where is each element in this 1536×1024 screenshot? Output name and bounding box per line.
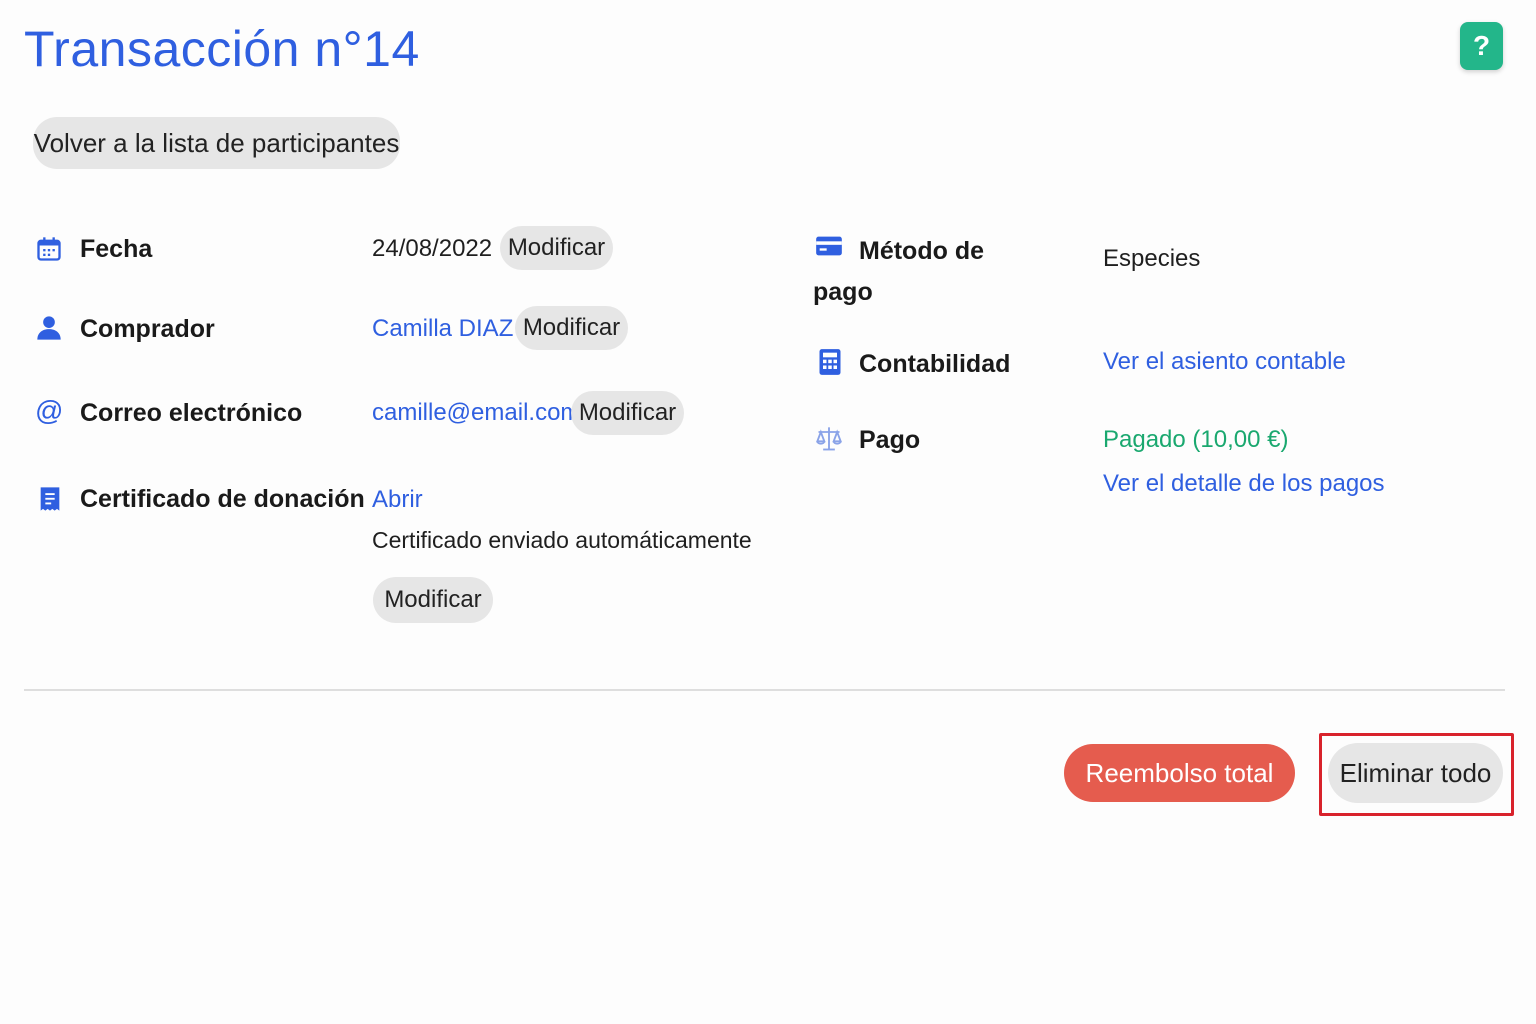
payment-status: Pagado (10,00 €) — [1103, 426, 1289, 453]
credit-card-icon — [815, 234, 843, 258]
scale-icon — [815, 425, 843, 453]
at-icon: @ — [35, 395, 64, 426]
page-title: Transacción n°14 — [24, 21, 420, 77]
calculator-icon — [816, 348, 844, 376]
modify-email-button[interactable]: Modificar — [571, 391, 684, 435]
divider — [24, 689, 1505, 691]
email-link[interactable]: camille@email.com — [372, 399, 580, 427]
full-refund-button[interactable]: Reembolso total — [1064, 744, 1295, 802]
payment-method-label-2: pago — [813, 278, 873, 306]
buyer-label: Comprador — [80, 315, 215, 343]
buyer-link[interactable]: Camilla DIAZ — [372, 315, 513, 343]
payment-method-label: Método de — [859, 237, 984, 265]
receipt-icon — [36, 485, 64, 513]
email-label: Correo electrónico — [80, 399, 303, 427]
modify-buyer-button[interactable]: Modificar — [515, 306, 628, 350]
open-certificate-link[interactable]: Abrir — [372, 486, 423, 514]
date-label: Fecha — [80, 235, 153, 263]
payment-label: Pago — [859, 426, 921, 454]
certificate-note: Certificado enviado automáticamente — [372, 527, 752, 553]
certificate-label: Certificado de donación — [80, 485, 365, 513]
back-to-participants-button[interactable]: Volver a la lista de participantes — [33, 117, 400, 169]
payment-method-value: Especies — [1103, 245, 1201, 272]
accounting-entry-link[interactable]: Ver el asiento contable — [1103, 348, 1346, 376]
accounting-label: Contabilidad — [859, 350, 1011, 378]
payment-details-link[interactable]: Ver el detalle de los pagos — [1103, 470, 1385, 498]
help-button[interactable]: ? — [1460, 22, 1503, 70]
user-icon — [35, 314, 63, 342]
modify-date-button[interactable]: Modificar — [500, 226, 613, 270]
delete-all-button[interactable]: Eliminar todo — [1328, 743, 1503, 803]
date-value: 24/08/2022 — [372, 235, 493, 262]
modify-certificate-button[interactable]: Modificar — [373, 577, 493, 623]
calendar-icon — [35, 235, 63, 263]
